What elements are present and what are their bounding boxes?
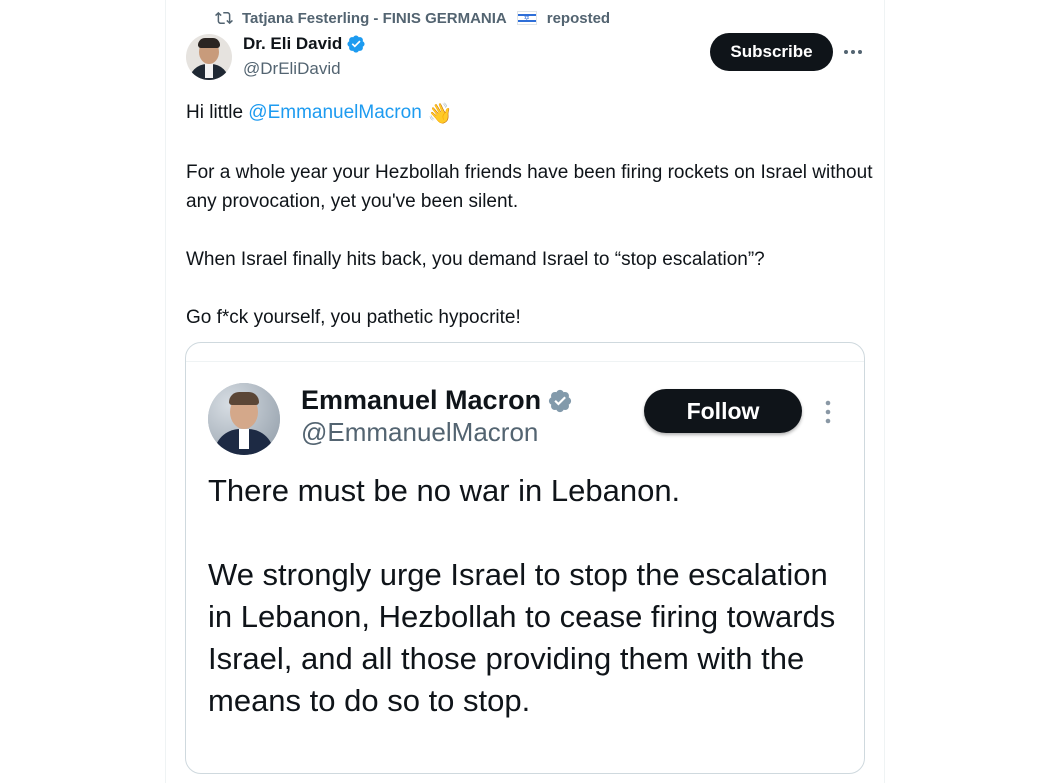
quoted-author-handle: @EmmanuelMacron bbox=[301, 417, 539, 447]
post-paragraph-3: When Israel finally hits back, you deman… bbox=[186, 249, 765, 270]
post-text: Hi little @EmmanuelMacron 👋 For a whole y… bbox=[186, 98, 876, 332]
post-paragraph-4: Go f*ck yourself, you pathetic hypocrite… bbox=[186, 307, 521, 328]
card-divider bbox=[186, 361, 864, 362]
quoted-image-card[interactable]: Emmanuel Macron @EmmanuelMacron Follow T… bbox=[185, 342, 865, 774]
author-name-row[interactable]: Dr. Eli David bbox=[243, 34, 366, 54]
quoted-author-name: Emmanuel Macron bbox=[301, 385, 542, 415]
author-name[interactable]: Dr. Eli David bbox=[243, 34, 342, 54]
quoted-paragraph-2: We strongly urge Israel to stop the esca… bbox=[208, 557, 836, 718]
waving-hand-emoji: 👋 bbox=[427, 103, 453, 125]
repost-icon bbox=[214, 9, 234, 27]
timeline-left-border bbox=[165, 0, 166, 783]
quoted-author-name-row: Emmanuel Macron bbox=[301, 385, 573, 416]
timeline-right-border bbox=[884, 0, 885, 783]
greeting-text: Hi little bbox=[186, 102, 244, 123]
repost-suffix: reposted bbox=[546, 9, 611, 27]
repost-header: Tatjana Festerling - FINIS GERMANIA ✡ re… bbox=[214, 8, 610, 28]
more-options-icon[interactable] bbox=[838, 40, 868, 64]
quoted-post-text: There must be no war in Lebanon. We stro… bbox=[208, 470, 844, 722]
verified-badge-icon[interactable] bbox=[346, 34, 366, 54]
quoted-more-icon bbox=[820, 399, 836, 425]
author-avatar[interactable] bbox=[186, 34, 232, 80]
post-paragraph-2: For a whole year your Hezbollah friends … bbox=[186, 162, 873, 212]
israel-flag-icon: ✡ bbox=[516, 11, 537, 25]
subscribe-button[interactable]: Subscribe bbox=[710, 33, 833, 71]
quoted-follow-button: Follow bbox=[644, 389, 802, 433]
author-handle[interactable]: @DrEliDavid bbox=[243, 59, 341, 79]
reposter-name[interactable]: Tatjana Festerling - FINIS GERMANIA bbox=[242, 10, 507, 27]
quoted-paragraph-1: There must be no war in Lebanon. bbox=[208, 473, 681, 508]
quoted-author-avatar bbox=[208, 383, 280, 455]
post-paragraph-1: Hi little @EmmanuelMacron 👋 bbox=[186, 98, 876, 129]
mention-link[interactable]: @EmmanuelMacron bbox=[248, 102, 421, 123]
grey-verified-badge-icon bbox=[547, 388, 573, 414]
